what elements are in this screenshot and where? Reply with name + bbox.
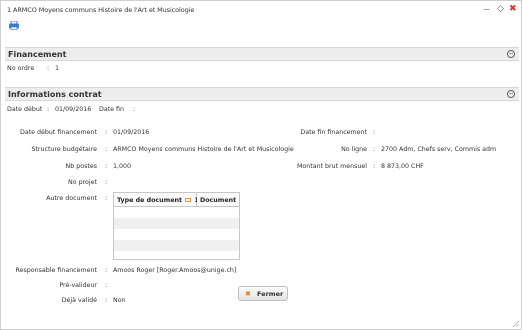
date-fin-financement-label: Date fin financement <box>300 129 367 136</box>
separator: : <box>105 163 108 170</box>
separator: : <box>133 106 136 113</box>
table-row <box>114 240 239 251</box>
print-icon[interactable] <box>9 21 19 30</box>
date-debut-financement-label: Date début financement <box>20 129 97 136</box>
separator: : <box>105 179 108 186</box>
pre-valideur-label: Pré-valideur <box>59 282 97 289</box>
nb-postes-label: Nb postes <box>65 163 97 170</box>
maximize-icon[interactable]: ◇ <box>497 4 504 14</box>
resize-grip-icon[interactable] <box>513 321 519 327</box>
nb-postes-value: 1,000 <box>113 163 132 170</box>
separator: : <box>105 195 108 202</box>
close-icon[interactable]: ✖ <box>509 4 517 14</box>
no-ligne-label: No ligne <box>341 146 367 153</box>
responsable-financement-label: Responsable financement <box>15 267 97 274</box>
montant-brut-label: Montant brut mensuel <box>296 163 367 170</box>
date-debut-financement-value: 01/09/2016 <box>113 129 150 136</box>
montant-brut-value: 8 873,00 CHF <box>381 163 424 170</box>
no-projet-label: No projet <box>68 179 97 186</box>
separator: : <box>105 282 108 289</box>
financement-heading: Financement <box>8 50 67 59</box>
sort-icon[interactable] <box>185 198 192 202</box>
column-header-document[interactable]: Document <box>197 193 239 207</box>
collapse-icon[interactable]: − <box>507 50 515 58</box>
table-row <box>114 218 239 229</box>
close-button-label: Fermer <box>257 290 284 298</box>
close-icon: ✖ <box>245 290 251 298</box>
no-ordre-label: No ordre <box>7 65 35 72</box>
structure-budgetaire-value: ARMCO Moyens communs Histoire de l'Art e… <box>113 146 294 153</box>
window-title: 1 ARMCO Moyens communs Histoire de l'Art… <box>7 6 195 14</box>
title-bar: 1 ARMCO Moyens communs Histoire de l'Art… <box>1 1 521 19</box>
separator: : <box>47 106 50 113</box>
column-header-type-document[interactable]: Type de document 1 <box>114 193 199 207</box>
autre-document-label: Autre document <box>46 195 97 202</box>
document-table: Type de document 1 Document <box>113 192 240 260</box>
contrat-section-header[interactable]: Informations contrat − <box>5 87 519 101</box>
close-button[interactable]: ✖ Fermer <box>238 286 288 301</box>
separator: : <box>47 65 50 72</box>
dialog-window: 1 ARMCO Moyens communs Histoire de l'Art… <box>0 0 522 330</box>
separator: : <box>373 129 376 136</box>
contrat-heading: Informations contrat <box>8 90 102 99</box>
date-debut-label: Date début <box>7 106 43 113</box>
no-ordre-value: 1 <box>55 65 60 72</box>
column-header-label: Document <box>200 197 237 204</box>
structure-budgetaire-label: Structure budgétaire <box>31 146 97 153</box>
separator: : <box>105 297 108 304</box>
date-fin-label: Date fin <box>99 106 125 113</box>
date-debut-value: 01/09/2016 <box>55 106 92 113</box>
separator: : <box>373 146 376 153</box>
collapse-icon[interactable]: − <box>507 90 515 98</box>
deja-valide-label: Déjà validé <box>61 297 97 304</box>
minimize-icon[interactable]: — <box>483 4 490 14</box>
no-ligne-value: 2700 Adm, Chefs serv, Commis adm <box>381 146 497 153</box>
financement-section-header[interactable]: Financement − <box>5 47 519 61</box>
separator: : <box>105 267 108 274</box>
column-header-label: Type de document <box>117 197 182 204</box>
deja-valide-value: Non <box>113 297 126 304</box>
separator: : <box>105 146 108 153</box>
separator: : <box>105 129 108 136</box>
separator: : <box>373 163 376 170</box>
responsable-financement-value: Amoos Roger [Roger.Amoos@unige.ch] <box>113 267 237 274</box>
